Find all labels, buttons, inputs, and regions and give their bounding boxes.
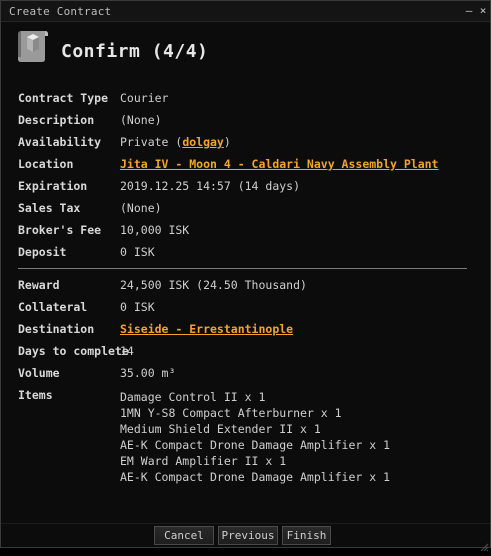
description-label: Description: [18, 113, 95, 127]
list-item: AE-K Compact Drone Damage Amplifier x 1: [120, 438, 391, 452]
availability-suffix: ): [223, 135, 231, 149]
list-item: Damage Control II x 1: [120, 390, 266, 404]
contract-scroll-icon: [15, 27, 51, 65]
cancel-button[interactable]: Cancel: [154, 526, 214, 545]
collateral-label: Collateral: [18, 300, 88, 314]
contract-type-label: Contract Type: [18, 91, 109, 105]
section-divider: [18, 268, 467, 269]
window-title: Create Contract: [9, 5, 112, 18]
brokers-fee-label: Broker's Fee: [18, 223, 102, 237]
volume-value: 35.00 m³: [120, 366, 176, 380]
sales-tax-label: Sales Tax: [18, 201, 81, 215]
reward-label: Reward: [18, 278, 60, 292]
reward-value: 24,500 ISK (24.50 Thousand): [120, 278, 307, 292]
list-item: AE-K Compact Drone Damage Amplifier x 1: [120, 470, 391, 484]
collateral-value: 0 ISK: [120, 300, 155, 314]
items-list: Damage Control II x 1 1MN Y-S8 Compact A…: [120, 389, 390, 485]
resize-grip-icon[interactable]: [479, 537, 489, 552]
days-to-complete-value: 14: [120, 344, 134, 358]
location-label: Location: [18, 157, 74, 171]
minimize-button[interactable]: –: [463, 4, 475, 18]
create-contract-window: Create Contract – × Confirm (4/4) Contra…: [0, 0, 491, 552]
location-link[interactable]: Jita IV - Moon 4 - Caldari Navy Assembly…: [120, 157, 439, 171]
availability-value: Private (dolgay): [120, 135, 231, 149]
page-title: Confirm (4/4): [61, 41, 209, 62]
list-item: Medium Shield Extender II x 1: [120, 422, 321, 436]
assignee-link[interactable]: dolgay: [182, 135, 224, 149]
previous-button[interactable]: Previous: [218, 526, 278, 545]
description-value: (None): [120, 113, 162, 127]
close-button[interactable]: ×: [477, 4, 489, 18]
expiration-label: Expiration: [18, 179, 88, 193]
brokers-fee-value: 10,000 ISK: [120, 223, 190, 237]
deposit-label: Deposit: [18, 245, 67, 259]
days-to-complete-label: Days to complete: [18, 344, 129, 358]
destination-link[interactable]: Siseide - Errestantinople: [120, 322, 293, 336]
list-item: 1MN Y-S8 Compact Afterburner x 1: [120, 406, 342, 420]
availability-prefix: Private (: [120, 135, 183, 149]
list-item: EM Ward Amplifier II x 1: [120, 454, 287, 468]
deposit-value: 0 ISK: [120, 245, 155, 259]
destination-label: Destination: [18, 322, 95, 336]
expiration-value: 2019.12.25 14:57 (14 days): [120, 179, 301, 193]
availability-label: Availability: [18, 135, 102, 149]
volume-label: Volume: [18, 366, 60, 380]
sales-tax-value: (None): [120, 201, 162, 215]
items-label: Items: [18, 388, 53, 402]
title-bar[interactable]: Create Contract – ×: [1, 1, 490, 22]
finish-button[interactable]: Finish: [282, 526, 331, 545]
footer-divider: [1, 523, 490, 524]
contract-type-value: Courier: [120, 91, 169, 105]
